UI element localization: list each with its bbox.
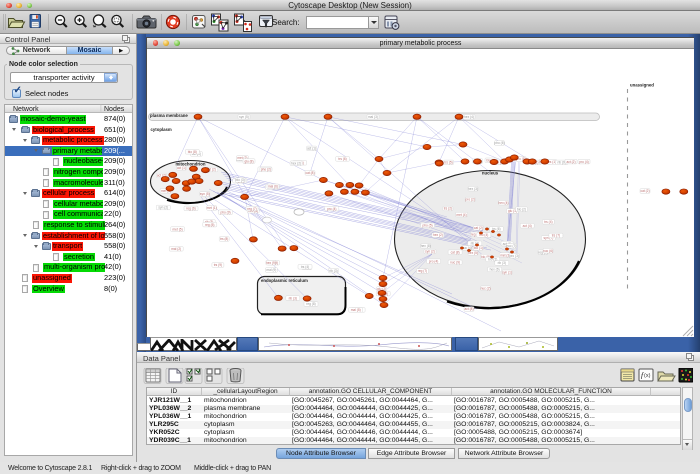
svg-text:act (1): act (1) xyxy=(307,147,316,151)
svg-text:reg (7): reg (7) xyxy=(418,269,427,273)
svg-text:reg (6): reg (6) xyxy=(186,207,195,211)
svg-text:bio (3): bio (3) xyxy=(236,178,245,182)
svg-text:mal (5): mal (5) xyxy=(351,308,361,312)
svg-text:syn (1): syn (1) xyxy=(502,271,512,275)
svg-text:mal (3): mal (3) xyxy=(368,115,378,119)
svg-text:nuc (7): nuc (7) xyxy=(506,244,516,248)
svg-text:pro (2): pro (2) xyxy=(466,198,475,202)
svg-text:met (4): met (4) xyxy=(457,213,467,217)
svg-text:cytoplasm: cytoplasm xyxy=(151,127,172,132)
svg-text:act (4): act (4) xyxy=(523,224,532,228)
svg-text:rib (9): rib (9) xyxy=(558,161,566,165)
svg-text:pro (4): pro (4) xyxy=(327,207,336,211)
svg-text:act (1): act (1) xyxy=(177,166,186,170)
svg-text:pho (9): pho (9) xyxy=(220,210,230,214)
svg-text:mal (2): mal (2) xyxy=(171,247,181,251)
svg-text:hex (4): hex (4) xyxy=(499,201,509,205)
svg-text:act (8): act (8) xyxy=(464,307,473,311)
svg-text:trs (1): trs (1) xyxy=(548,160,556,164)
svg-text:hex (2): hex (2) xyxy=(291,161,301,165)
svg-text:syn (2): syn (2) xyxy=(158,206,168,210)
svg-text:reg (7): reg (7) xyxy=(247,207,256,211)
svg-text:nuc (6): nuc (6) xyxy=(543,249,553,253)
svg-text:hex (6): hex (6) xyxy=(490,268,500,272)
svg-text:trs (8): trs (8) xyxy=(220,237,228,241)
svg-text:syn (2): syn (2) xyxy=(425,250,435,254)
svg-text:reg (8): reg (8) xyxy=(306,302,315,306)
svg-text:cat (8): cat (8) xyxy=(305,171,314,175)
svg-text:trs (5): trs (5) xyxy=(444,161,452,165)
svg-text:rib (3): rib (3) xyxy=(498,261,506,265)
svg-text:syn (5): syn (5) xyxy=(200,192,210,196)
svg-text:hex (3): hex (3) xyxy=(468,187,478,191)
svg-text:nuc (9): nuc (9) xyxy=(450,261,460,265)
svg-text:mal (9): mal (9) xyxy=(266,268,276,272)
svg-text:hex (8): hex (8) xyxy=(421,244,431,248)
svg-text:endoplasmic reticulum: endoplasmic reticulum xyxy=(261,278,308,283)
svg-text:trs (7): trs (7) xyxy=(552,234,560,238)
svg-text:reg (5): reg (5) xyxy=(205,223,214,227)
svg-text:pro (3): pro (3) xyxy=(510,254,519,258)
svg-text:syn (5): syn (5) xyxy=(239,115,249,119)
svg-text:rib (3): rib (3) xyxy=(289,296,297,300)
svg-text:trs (2): trs (2) xyxy=(444,207,452,211)
svg-text:rib (3): rib (3) xyxy=(329,269,337,273)
svg-text:met (5): met (5) xyxy=(173,227,183,231)
svg-text:pho (2): pho (2) xyxy=(261,168,271,172)
svg-text:trs (9): trs (9) xyxy=(214,263,222,267)
svg-text:unassigned: unassigned xyxy=(630,83,654,88)
svg-text:act (2): act (2) xyxy=(566,160,575,164)
svg-text:(x): (x) xyxy=(644,373,651,379)
svg-text:cat (8): cat (8) xyxy=(451,250,460,254)
svg-text:hex (9): hex (9) xyxy=(266,261,276,265)
svg-text:bio (8): bio (8) xyxy=(188,150,197,154)
svg-text:bio (1): bio (1) xyxy=(474,246,483,250)
svg-text:pho (6): pho (6) xyxy=(494,141,504,145)
svg-text:trs (6): trs (6) xyxy=(338,157,346,161)
svg-text:nuc (2): nuc (2) xyxy=(481,286,491,290)
svg-text:pro (4): pro (4) xyxy=(579,160,588,164)
svg-text:pro (4): pro (4) xyxy=(429,259,438,263)
svg-text:nucleus: nucleus xyxy=(482,171,499,176)
svg-text:met (1): met (1) xyxy=(207,206,217,210)
svg-text:cat (2): cat (2) xyxy=(474,226,483,230)
svg-text:mal (6): mal (6) xyxy=(268,185,278,189)
svg-text:pho (5): pho (5) xyxy=(422,224,432,228)
svg-text:trs (4): trs (4) xyxy=(301,265,309,269)
svg-text:mitochondrion: mitochondrion xyxy=(175,162,205,167)
svg-text:plasma membrane: plasma membrane xyxy=(150,113,188,118)
svg-text:glu (8): glu (8) xyxy=(244,159,253,163)
svg-text:hex (2): hex (2) xyxy=(433,233,443,237)
svg-text:bio (2): bio (2) xyxy=(517,207,526,211)
svg-text:hex (4): hex (4) xyxy=(464,115,474,119)
svg-text:cat (2): cat (2) xyxy=(640,189,649,193)
svg-text:trs (4): trs (4) xyxy=(544,220,552,224)
